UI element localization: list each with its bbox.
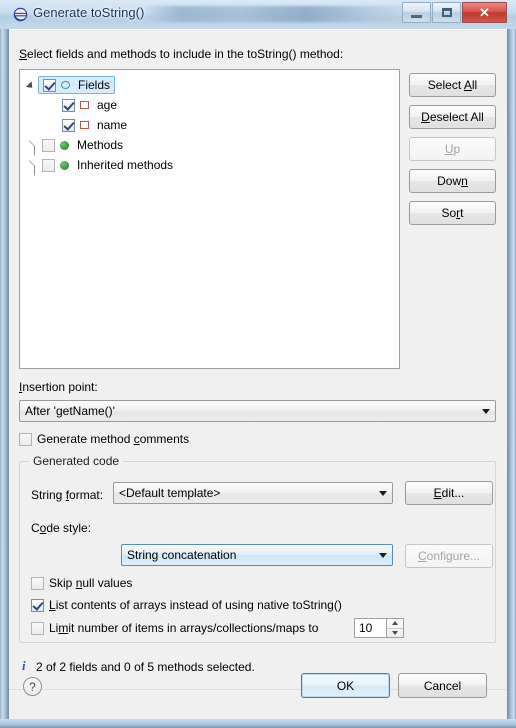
- select-all-button[interactable]: Select All: [409, 73, 496, 97]
- limit-items-value[interactable]: 10: [354, 618, 387, 638]
- help-button[interactable]: ?: [23, 677, 42, 696]
- stepper-down-icon[interactable]: [387, 629, 403, 638]
- sort-button[interactable]: Sort: [409, 201, 496, 225]
- up-label: Up: [444, 142, 461, 156]
- code-style-value: String concatenation: [127, 548, 237, 562]
- close-icon: ✕: [479, 4, 490, 20]
- skip-null-values-label: Skip null values: [49, 576, 133, 590]
- checkbox-box: [19, 432, 32, 446]
- chevron-down-icon[interactable]: [375, 545, 392, 565]
- limit-items-checkbox[interactable]: Limit number of items in arrays/collecti…: [31, 621, 318, 635]
- configure-label: Configure...: [417, 549, 481, 563]
- string-format-label: String format:: [31, 488, 104, 502]
- edit-button[interactable]: Edit...: [405, 481, 493, 505]
- expand-collapse-icon[interactable]: [24, 135, 40, 155]
- generated-code-title: Generated code: [29, 454, 124, 468]
- window-border-left: [0, 0, 9, 728]
- dialog-window: Generate toString() ✕ Select fields and …: [0, 0, 516, 728]
- checkbox-fields[interactable]: [43, 78, 56, 92]
- minimize-button[interactable]: [402, 2, 431, 23]
- fields-icon: [61, 81, 70, 89]
- minimize-icon: [403, 3, 430, 22]
- configure-button: Configure...: [405, 544, 493, 568]
- status-message: 2 of 2 fields and 0 of 5 methods selecte…: [36, 660, 255, 674]
- chevron-down-icon[interactable]: [375, 483, 392, 503]
- checkbox-age[interactable]: [62, 98, 75, 112]
- limit-items-stepper[interactable]: 10: [354, 618, 404, 638]
- chevron-down-icon[interactable]: [478, 401, 495, 421]
- sort-label: Sort: [441, 206, 464, 220]
- checkbox-box: [31, 621, 44, 635]
- up-button: Up: [409, 137, 496, 161]
- ok-label: OK: [336, 678, 355, 693]
- window-controls: ✕: [402, 2, 507, 23]
- expand-collapse-icon[interactable]: [24, 75, 40, 95]
- title-bar: Generate toString() ✕: [0, 0, 516, 29]
- window-border-right: [507, 0, 516, 728]
- deselect-all-label: Deselect All: [421, 110, 484, 124]
- expand-placeholder: [44, 95, 60, 115]
- dialog-client-area: Select fields and methods to include in …: [9, 29, 507, 719]
- cancel-button[interactable]: Cancel: [398, 673, 487, 698]
- checkbox-inherited-methods[interactable]: [42, 158, 55, 172]
- tree-item-label: Methods: [77, 138, 124, 152]
- help-icon: ?: [29, 679, 36, 694]
- window-title: Generate toString(): [33, 5, 145, 20]
- close-button[interactable]: ✕: [462, 2, 507, 23]
- code-style-label: Code style:: [31, 521, 92, 535]
- tree-item-name[interactable]: name: [20, 115, 399, 135]
- members-tree[interactable]: Fields age name Methods Inherited method…: [19, 69, 400, 369]
- method-icon: [60, 140, 69, 150]
- tree-item-inherited-methods[interactable]: Inherited methods: [20, 155, 399, 175]
- info-icon: i: [22, 658, 26, 673]
- string-format-combo[interactable]: <Default template>: [113, 482, 393, 504]
- window-border-bottom: [0, 719, 516, 728]
- tree-item-methods[interactable]: Methods: [20, 135, 399, 155]
- cancel-label: Cancel: [423, 678, 462, 693]
- checkbox-box: [31, 598, 44, 612]
- generate-comments-checkbox[interactable]: Generate method comments: [19, 432, 189, 446]
- limit-items-label: Limit number of items in arrays/collecti…: [49, 621, 319, 635]
- insertion-point-combo[interactable]: After 'getName()': [19, 400, 496, 422]
- field-icon: [80, 101, 89, 109]
- checkbox-box: [31, 576, 44, 590]
- tree-item-fields[interactable]: Fields: [20, 75, 399, 95]
- expand-placeholder: [44, 115, 60, 135]
- field-icon: [80, 121, 89, 129]
- list-array-contents-checkbox[interactable]: List contents of arrays instead of using…: [31, 598, 342, 612]
- insertion-point-value: After 'getName()': [25, 404, 115, 418]
- down-button[interactable]: Down: [409, 169, 496, 193]
- stepper-buttons[interactable]: [387, 618, 404, 638]
- tree-item-label: Fields: [78, 78, 111, 92]
- expand-collapse-icon[interactable]: [24, 155, 40, 175]
- tree-item-label: name: [97, 118, 128, 132]
- insertion-point-label: Insertion point:: [19, 380, 98, 394]
- string-format-value: <Default template>: [119, 486, 221, 500]
- code-style-combo[interactable]: String concatenation: [121, 544, 393, 566]
- method-icon: [60, 160, 69, 170]
- tree-prompt-label: Select fields and methods to include in …: [19, 47, 344, 61]
- maximize-icon: [433, 3, 460, 22]
- tree-item-age[interactable]: age: [20, 95, 399, 115]
- edit-label: Edit...: [433, 486, 465, 500]
- tree-item-label: age: [97, 98, 118, 112]
- checkbox-name[interactable]: [62, 118, 75, 132]
- down-label: Down: [437, 174, 468, 188]
- maximize-button[interactable]: [432, 2, 461, 23]
- ok-button[interactable]: OK: [301, 673, 390, 698]
- tree-item-label: Inherited methods: [77, 158, 174, 172]
- select-all-label: Select All: [427, 78, 478, 92]
- checkbox-methods[interactable]: [42, 138, 55, 152]
- list-array-contents-label: List contents of arrays instead of using…: [49, 598, 342, 612]
- title-bar-blur-region: [148, 6, 413, 22]
- skip-null-values-checkbox[interactable]: Skip null values: [31, 576, 132, 590]
- deselect-all-button[interactable]: Deselect All: [409, 105, 496, 129]
- generate-comments-label: Generate method comments: [37, 432, 190, 446]
- eclipse-icon: [13, 7, 28, 22]
- stepper-up-icon[interactable]: [387, 619, 403, 629]
